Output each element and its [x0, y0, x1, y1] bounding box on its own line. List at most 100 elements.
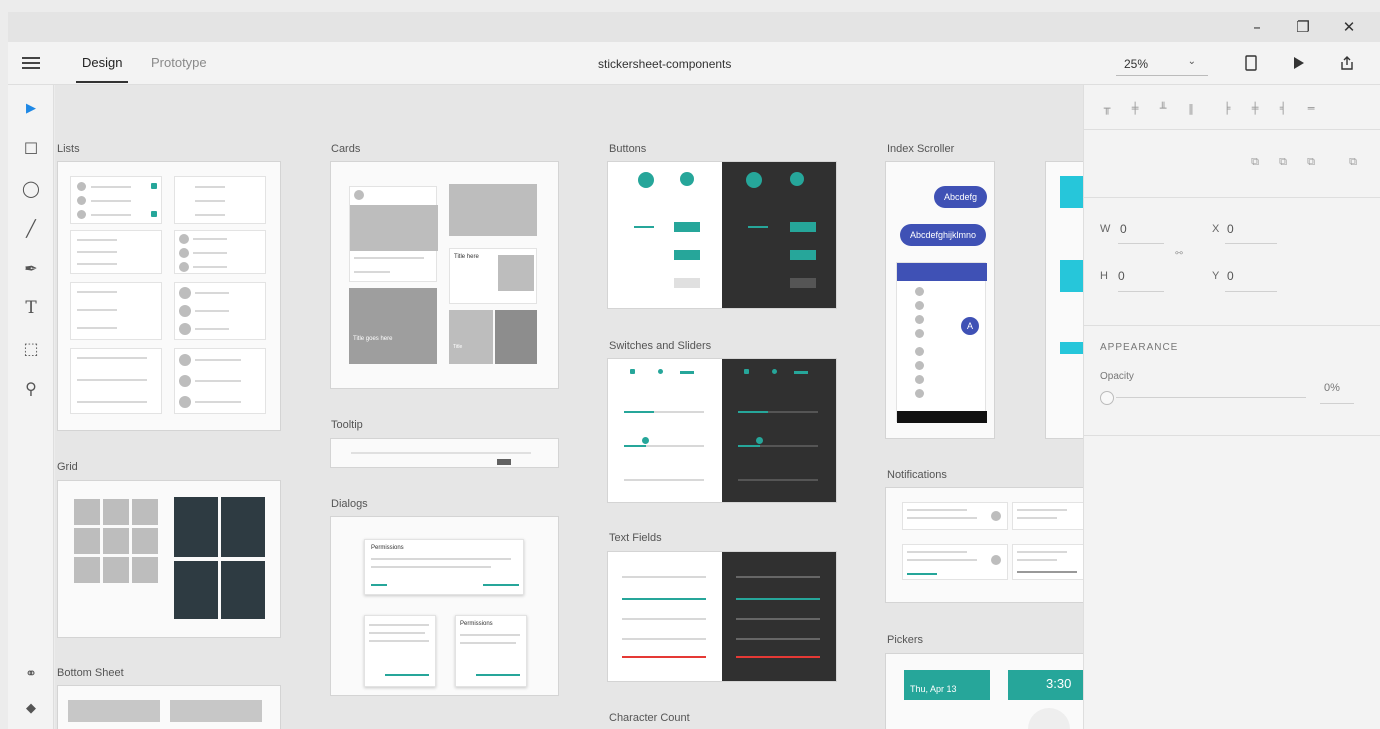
boolean-subtract-icon[interactable]: ⧉ — [1274, 153, 1292, 171]
artboard-label-buttons[interactable]: Buttons — [609, 143, 646, 155]
list-card — [70, 230, 162, 274]
boolean-exclude-icon[interactable]: ⧉ — [1344, 153, 1362, 171]
list-card — [70, 348, 162, 414]
tab-design[interactable]: Design — [75, 55, 130, 83]
x-input[interactable]: 0 — [1227, 222, 1234, 236]
align-center-icon[interactable]: ╪ — [1246, 99, 1264, 117]
artboard-label-grid[interactable]: Grid — [57, 461, 78, 473]
line-icon[interactable]: ╱ — [20, 217, 42, 239]
zoom-dropdown[interactable]: 25% ⌄ — [1116, 54, 1208, 76]
artboard-bottom-sheet[interactable] — [57, 685, 281, 729]
boolean-add-icon[interactable]: ⧉ — [1246, 153, 1264, 171]
restore-button[interactable]: ❐ — [1280, 12, 1326, 42]
card-title: Title goes here — [353, 336, 393, 342]
artboard-lists[interactable] — [57, 161, 281, 431]
width-label: W — [1100, 223, 1111, 235]
link-icon[interactable]: ⚯ — [1170, 245, 1188, 263]
card-item: Title here — [449, 248, 537, 304]
artboard-icon[interactable]: ⬚ — [20, 337, 42, 359]
rectangle-icon[interactable]: ☐ — [20, 137, 42, 159]
distribute-vertical-icon[interactable]: ‖ — [1182, 99, 1200, 117]
y-label: Y — [1212, 270, 1220, 282]
artboard-tooltip[interactable] — [330, 438, 559, 468]
card-title: Title — [453, 344, 463, 350]
artboard-label-index-scroller[interactable]: Index Scroller — [887, 143, 954, 155]
artboard-label-notifications[interactable]: Notifications — [887, 469, 947, 481]
fab-letter: A — [961, 317, 979, 335]
list-card — [70, 176, 162, 224]
artboard-cards[interactable]: Title goes here Title here Title — [330, 161, 559, 389]
opacity-input[interactable]: 0% — [1324, 382, 1340, 394]
opacity-label: Opacity — [1100, 371, 1134, 382]
arrow-icon[interactable]: ▶ — [20, 97, 42, 119]
align-left-icon[interactable]: ╞ — [1218, 99, 1236, 117]
pen-icon[interactable]: ✒ — [20, 257, 42, 279]
artboard-label-text-fields[interactable]: Text Fields — [609, 532, 662, 544]
dialog-item: Permissions — [455, 615, 527, 687]
artboard-label-lists[interactable]: Lists — [57, 143, 80, 155]
artboard-dialogs[interactable]: Permissions Permissions — [330, 516, 559, 696]
artboard-switches-sliders[interactable] — [607, 358, 837, 503]
artboard-pickers[interactable]: Thu, Apr 13 3:30 — [885, 653, 1083, 729]
artboard-notifications[interactable] — [885, 487, 1083, 603]
ellipse-icon[interactable]: ◯ — [20, 177, 42, 199]
height-input[interactable]: 0 — [1118, 269, 1125, 283]
picker-time: 3:30 — [1008, 670, 1083, 700]
card-item — [349, 186, 438, 282]
device-preview-icon[interactable] — [1240, 52, 1262, 74]
appearance-heading: APPEARANCE — [1100, 342, 1179, 353]
list-card — [174, 176, 266, 224]
app-window: – ❐ ✕ Design Prototype stickersheet-comp… — [0, 0, 1380, 729]
align-top-icon[interactable]: ╥ — [1098, 99, 1116, 117]
list-card — [174, 282, 266, 340]
chevron-down-icon: ⌄ — [1187, 56, 1196, 67]
design-canvas[interactable]: Lists Grid Bottom Sheet Cards Title goes… — [55, 85, 1083, 729]
x-label: X — [1212, 223, 1220, 235]
zoom-icon[interactable]: ⚲ — [20, 377, 42, 399]
artboard-index-scroller[interactable]: Abcdefg Abcdefghijklmno A — [885, 161, 995, 439]
width-input[interactable]: 0 — [1120, 222, 1127, 236]
list-card — [174, 230, 266, 274]
opacity-slider-track[interactable] — [1116, 397, 1306, 398]
play-icon[interactable] — [1288, 52, 1310, 74]
share-icon[interactable] — [1336, 52, 1358, 74]
top-bar: Design Prototype stickersheet-components… — [8, 42, 1380, 85]
dialog-item: Permissions — [364, 539, 524, 595]
index-chip: Abcdefg — [934, 186, 988, 208]
artboard-label-cards[interactable]: Cards — [331, 143, 360, 155]
index-chip: Abcdefghijklmno — [900, 224, 987, 246]
minimize-button[interactable]: – — [1234, 12, 1280, 42]
artboard-label-pickers[interactable]: Pickers — [887, 634, 923, 646]
align-middle-icon[interactable]: ╪ — [1126, 99, 1144, 117]
boolean-intersect-icon[interactable]: ⧉ — [1302, 153, 1320, 171]
artboard-label-character-count[interactable]: Character Count — [609, 712, 690, 724]
notification-card — [1012, 502, 1083, 530]
notification-card — [902, 502, 1008, 530]
y-input[interactable]: 0 — [1227, 269, 1234, 283]
height-label: H — [1100, 270, 1108, 282]
distribute-horizontal-icon[interactable]: ═ — [1302, 99, 1320, 117]
artboard-label-tooltip[interactable]: Tooltip — [331, 419, 363, 431]
tab-prototype[interactable]: Prototype — [151, 55, 207, 70]
text-icon[interactable]: T — [20, 297, 42, 319]
document-title: stickersheet-components — [598, 57, 732, 71]
close-button[interactable]: ✕ — [1326, 12, 1372, 42]
layers-icon[interactable]: ◆ — [20, 697, 42, 719]
artboard-text-fields[interactable] — [607, 551, 837, 682]
artboard-grid[interactable] — [57, 480, 281, 638]
symbols-icon[interactable]: ⚭ — [20, 663, 42, 685]
align-right-icon[interactable]: ╡ — [1274, 99, 1292, 117]
menu-icon[interactable] — [22, 54, 40, 72]
align-bottom-icon[interactable]: ╨ — [1154, 99, 1172, 117]
artboard-label-switches[interactable]: Switches and Sliders — [609, 340, 711, 352]
notification-card — [1012, 544, 1083, 580]
artboard-buttons[interactable] — [607, 161, 837, 309]
artboard-partial[interactable] — [1045, 161, 1083, 439]
artboard-label-bottom-sheet[interactable]: Bottom Sheet — [57, 667, 124, 679]
phone-screen: A — [896, 262, 987, 423]
dialog-item — [364, 615, 436, 687]
opacity-slider-handle[interactable] — [1100, 391, 1114, 405]
artboard-label-dialogs[interactable]: Dialogs — [331, 498, 368, 510]
zoom-value: 25% — [1124, 57, 1149, 71]
tool-bar: ▶ ☐ ◯ ╱ ✒ T ⬚ ⚲ ⚭ ◆ — [8, 85, 54, 729]
